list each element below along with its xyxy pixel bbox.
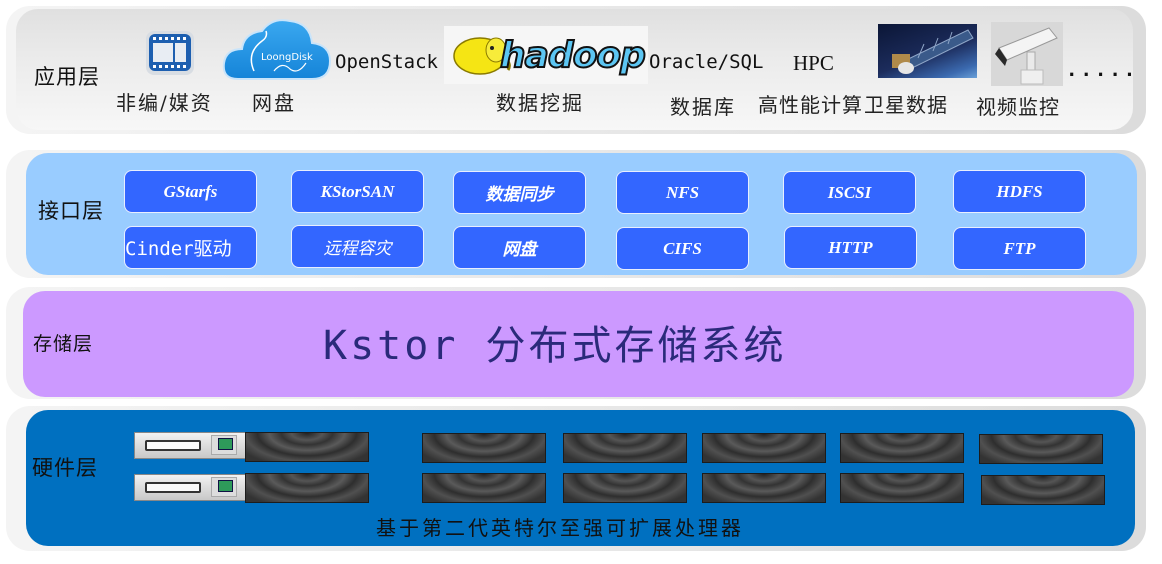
dark-server-icon bbox=[981, 475, 1105, 505]
more-ellipsis: ..... bbox=[1066, 59, 1139, 81]
interface-button-remote-dr[interactable]: 远程容灾 bbox=[291, 225, 424, 268]
interface-button-data-sync[interactable]: 数据同步 bbox=[453, 171, 586, 214]
hardware-layer: 硬件层 基于第二代英特尔至强可扩展处理器 bbox=[26, 410, 1135, 546]
dark-server-icon bbox=[702, 473, 826, 503]
film-strip-icon bbox=[144, 29, 196, 77]
application-layer: 应用层 非编/媒资 LoongDisk 网盘 OpenStack hadoop … bbox=[16, 9, 1135, 130]
interface-button-hdfs[interactable]: HDFS bbox=[953, 170, 1086, 213]
storage-layer-label: 存储层 bbox=[33, 333, 94, 355]
interface-button-nfs[interactable]: NFS bbox=[616, 171, 749, 214]
hadoop-logo-text: hadoop bbox=[499, 35, 647, 76]
interface-layer: 接口层 GStarfs KStorSAN 数据同步 NFS ISCSI HDFS… bbox=[26, 153, 1137, 275]
interface-button-ftp[interactable]: FTP bbox=[953, 227, 1086, 270]
dark-server-icon bbox=[563, 433, 687, 463]
dark-server-icon bbox=[979, 434, 1103, 464]
dark-server-icon bbox=[702, 433, 826, 463]
dark-server-icon bbox=[563, 473, 687, 503]
storage-layer: 存储层 Kstor 分布式存储系统 bbox=[23, 291, 1134, 397]
app-caption-satellite: 卫星数据 bbox=[864, 93, 948, 117]
dark-server-icon bbox=[840, 473, 964, 503]
dark-server-icon bbox=[245, 473, 369, 503]
satellite-image-icon bbox=[878, 24, 977, 78]
interface-layer-label: 接口层 bbox=[38, 199, 104, 223]
app-text-oracle-sql: Oracle/SQL bbox=[649, 51, 764, 73]
hardware-layer-label: 硬件层 bbox=[32, 456, 98, 480]
dark-server-icon bbox=[245, 432, 369, 462]
app-caption-datamining: 数据挖掘 bbox=[496, 91, 584, 115]
interface-button-iscsi[interactable]: ISCSI bbox=[783, 171, 916, 214]
silver-server-icon bbox=[134, 474, 258, 501]
app-caption-media: 非编/媒资 bbox=[116, 91, 213, 115]
dark-server-icon bbox=[840, 433, 964, 463]
interface-button-http[interactable]: HTTP bbox=[784, 226, 917, 269]
app-caption-hpc: 高性能计算 bbox=[758, 93, 863, 117]
app-caption-netdisk: 网盘 bbox=[252, 91, 296, 115]
app-text-openstack: OpenStack bbox=[335, 51, 438, 73]
dark-server-icon bbox=[422, 473, 546, 503]
app-caption-database: 数据库 bbox=[670, 95, 736, 119]
hardware-caption: 基于第二代英特尔至强可扩展处理器 bbox=[376, 516, 744, 540]
app-text-hpc: HPC bbox=[793, 51, 834, 75]
interface-button-cinder-driver[interactable]: Cinder驱动 bbox=[124, 226, 257, 269]
interface-button-gstarfs[interactable]: GStarfs bbox=[124, 170, 257, 213]
dark-server-icon bbox=[422, 433, 546, 463]
silver-server-icon bbox=[134, 432, 258, 459]
storage-system-title: Kstor 分布式存储系统 bbox=[323, 323, 787, 369]
interface-button-kstorsan[interactable]: KStorSAN bbox=[291, 170, 424, 213]
loongdisk-logo-text: LoongDisk bbox=[261, 52, 313, 63]
loongdisk-cloud-icon bbox=[220, 13, 332, 83]
application-layer-label: 应用层 bbox=[34, 65, 100, 89]
cctv-camera-icon bbox=[991, 22, 1063, 86]
interface-button-netdisk[interactable]: 网盘 bbox=[453, 226, 586, 269]
app-caption-cctv: 视频监控 bbox=[976, 95, 1060, 119]
interface-button-cifs[interactable]: CIFS bbox=[616, 227, 749, 270]
